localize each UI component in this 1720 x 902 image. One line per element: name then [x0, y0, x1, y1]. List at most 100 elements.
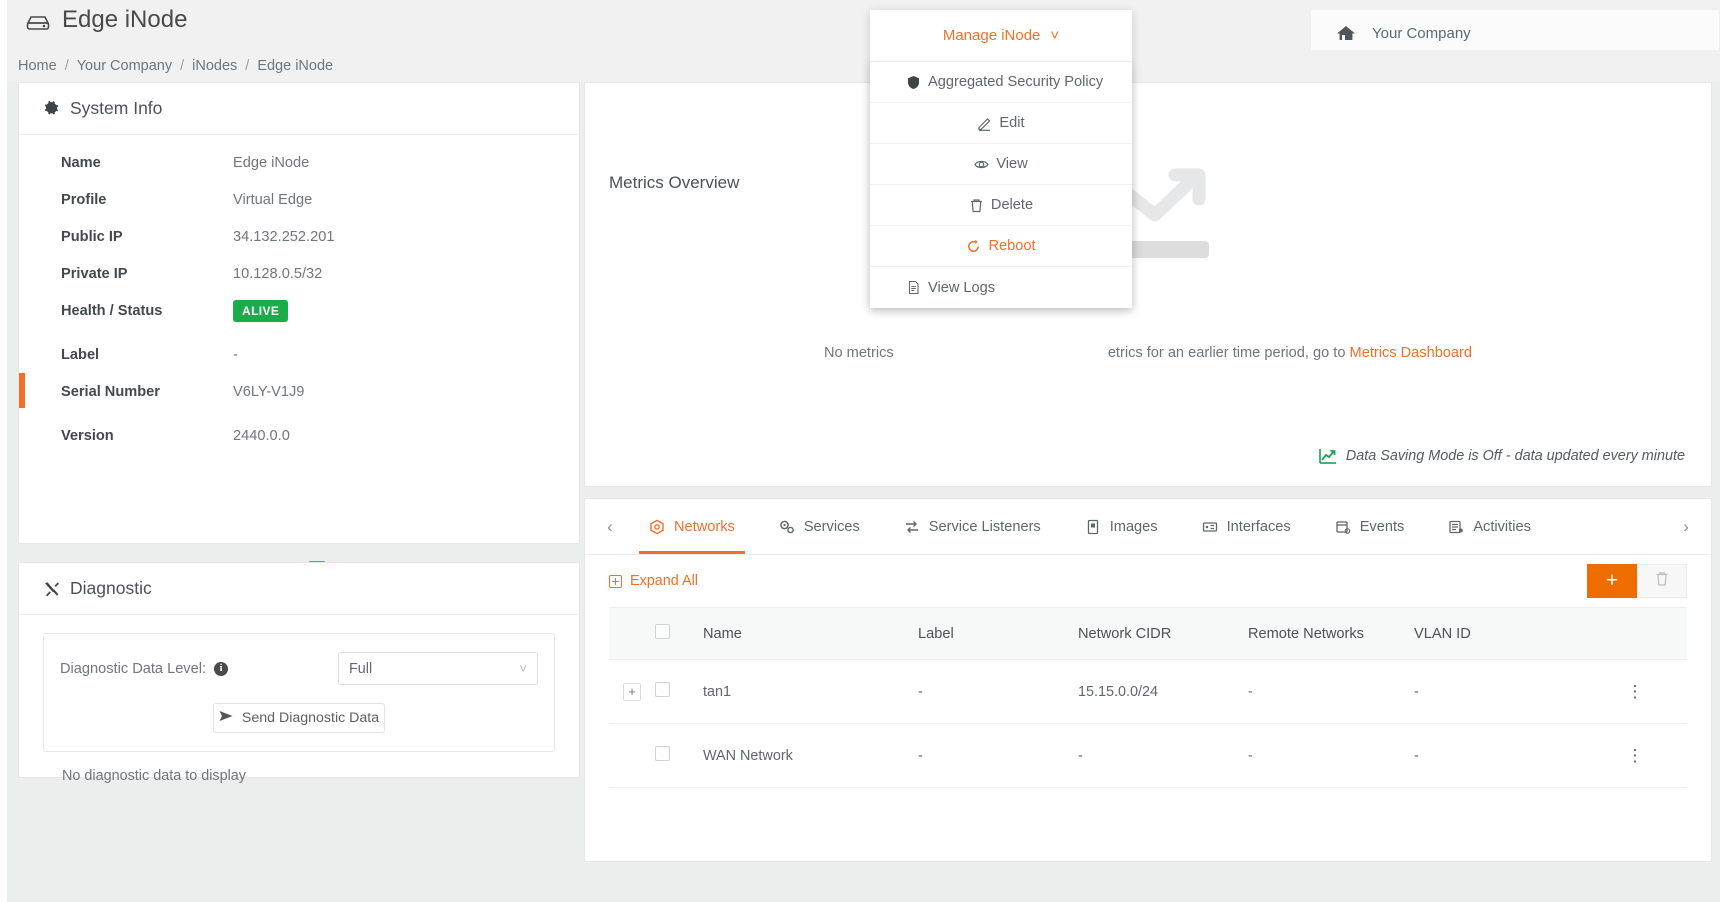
info-row-serial-number: Serial Number V6LY-V1J9: [61, 384, 531, 428]
tab-images[interactable]: Images: [1063, 499, 1180, 554]
hdd-icon: [25, 11, 51, 30]
tab-images-label: Images: [1109, 518, 1158, 535]
eye-icon: [974, 157, 990, 172]
diagnostic-level-value: Full: [349, 660, 373, 677]
info-key: Label: [61, 347, 100, 363]
info-row-version: Version 2440.0.0: [61, 428, 531, 465]
chevron-down-icon: ˅: [1050, 27, 1060, 44]
table-row[interactable]: + tan1 - 15.15.0.0/24 - - ⋮: [609, 659, 1687, 724]
row-expand-cell: +: [609, 659, 655, 724]
tab-events[interactable]: Events: [1313, 499, 1427, 554]
row-menu-icon[interactable]: ⋮: [1627, 746, 1645, 765]
shield-icon: [906, 75, 921, 90]
cell-name: tan1: [703, 659, 918, 724]
left-edge: [0, 0, 7, 902]
menu-item-label: Delete: [990, 197, 1034, 213]
metrics-empty-message: No metrics etrics for an earlier time pe…: [585, 345, 1711, 361]
chevron-left-icon[interactable]: ‹: [593, 517, 627, 537]
send-diagnostic-data-label: Send Diagnostic Data: [241, 710, 380, 726]
info-value: 10.128.0.5/32: [233, 266, 323, 282]
tab-service-listeners[interactable]: Service Listeners: [882, 499, 1063, 554]
breadcrumb: Home / Your Company / iNodes / Edge iNod…: [0, 50, 1720, 82]
info-row-private-ip: Private IP 10.128.0.5/32: [61, 266, 531, 303]
tab-services[interactable]: Services: [757, 499, 882, 554]
table-header-row: Name Label Network CIDR Remote Networks …: [609, 607, 1687, 660]
info-key: Public IP: [61, 229, 123, 245]
diagnostic-title: Diagnostic: [70, 578, 152, 598]
menu-item-view-logs[interactable]: View Logs: [870, 267, 1132, 308]
tab-services-label: Services: [803, 518, 860, 535]
diagnostic-card: Diagnostic Diagnostic Data Level: i Full…: [18, 562, 580, 784]
breadcrumb-separator: /: [245, 58, 250, 74]
tab-activities-label: Activities: [1473, 518, 1531, 535]
row-checkbox[interactable]: [655, 746, 670, 761]
table-toolbar: Expand All +: [585, 555, 1711, 607]
exchange-icon: [904, 519, 920, 535]
breadcrumb-separator: /: [180, 58, 185, 74]
menu-item-label: Edit: [999, 115, 1025, 131]
interface-icon: [1202, 519, 1218, 535]
table-row[interactable]: WAN Network - - - - ⋮: [609, 723, 1687, 788]
diagnostic-body: Diagnostic Data Level: i Full ˅ Send Dia: [43, 633, 555, 784]
menu-item-reboot[interactable]: Reboot: [870, 226, 1132, 267]
chart-up-icon: [1319, 448, 1337, 464]
info-key: Version: [61, 428, 114, 444]
diagnostic-empty-text: No diagnostic data to display: [62, 768, 246, 784]
tabs-bar: ‹ Networks Services Service Listeners Im…: [585, 499, 1711, 555]
expand-all-button[interactable]: Expand All: [609, 573, 698, 589]
cell-network-cidr: 15.15.0.0/24: [1078, 659, 1248, 724]
header-expand: [609, 607, 655, 660]
menu-item-label: Reboot: [988, 238, 1036, 254]
breadcrumb-item-company[interactable]: Your Company: [77, 58, 172, 74]
menu-item-label: View Logs: [928, 279, 996, 296]
menu-item-delete[interactable]: Delete: [870, 185, 1132, 226]
page-title-text: Edge iNode: [62, 6, 188, 33]
select-all-checkbox[interactable]: [655, 624, 670, 639]
menu-item-view[interactable]: View: [870, 144, 1132, 185]
cell-actions: ⋮: [1584, 723, 1687, 788]
delete-network-button[interactable]: [1637, 564, 1687, 598]
cell-label: -: [918, 659, 1078, 724]
tab-service-listeners-label: Service Listeners: [928, 518, 1041, 535]
system-info-title: System Info: [70, 98, 163, 118]
diagnostic-level-select[interactable]: Full ˅: [338, 652, 538, 685]
manage-inode-button[interactable]: Manage iNode ˅: [870, 10, 1132, 62]
info-value: 2440.0.0: [233, 428, 290, 444]
file-text-icon: [906, 280, 921, 295]
home-icon: [1336, 24, 1356, 42]
data-saving-mode-status: Data Saving Mode is Off - data updated e…: [1319, 448, 1685, 464]
breadcrumb-item-home[interactable]: Home: [18, 58, 57, 74]
events-icon: [1335, 519, 1351, 535]
info-value: 34.132.252.201: [233, 229, 335, 245]
tab-activities[interactable]: Activities: [1426, 499, 1553, 554]
trash-icon: [969, 198, 984, 213]
system-info-card: System Info Name Edge iNode Profile Virt…: [18, 82, 580, 572]
metrics-dashboard-link[interactable]: Metrics Dashboard: [1350, 345, 1472, 361]
row-menu-icon[interactable]: ⋮: [1627, 682, 1645, 701]
info-value: V6LY-V1J9: [233, 384, 305, 400]
header-name: Name: [703, 607, 918, 660]
breadcrumb-item-inodes[interactable]: iNodes: [192, 58, 237, 74]
row-checkbox[interactable]: [655, 682, 670, 697]
breadcrumb-item-current[interactable]: Edge iNode: [257, 58, 333, 74]
page-header: Edge iNode Your Company: [0, 0, 1720, 57]
info-row-health-status: Health / Status ALIVE: [61, 300, 531, 347]
info-row-label: Label -: [61, 347, 531, 384]
plus-square-icon: [609, 574, 622, 588]
menu-item-aggregated-security-policy[interactable]: Aggregated Security Policy: [870, 62, 1132, 103]
cell-vlan-id: -: [1414, 659, 1584, 724]
resources-panel: ‹ Networks Services Service Listeners Im…: [584, 498, 1712, 862]
diagnostic-level-label-text: Diagnostic Data Level:: [60, 660, 207, 677]
menu-item-edit[interactable]: Edit: [870, 103, 1132, 144]
tab-interfaces[interactable]: Interfaces: [1180, 499, 1313, 554]
send-diagnostic-data-button[interactable]: Send Diagnostic Data: [213, 703, 385, 733]
cell-network-cidr: -: [1078, 723, 1248, 788]
add-network-button[interactable]: +: [1587, 564, 1637, 598]
info-icon[interactable]: i: [214, 661, 229, 676]
chevron-right-icon[interactable]: ›: [1669, 517, 1703, 537]
tab-networks[interactable]: Networks: [627, 499, 757, 554]
services-icon: [779, 519, 795, 535]
networks-table-body: + tan1 - 15.15.0.0/24 - - ⋮ WAN Network …: [609, 659, 1687, 788]
cell-remote-networks: -: [1248, 659, 1414, 724]
expand-row-button[interactable]: +: [623, 682, 641, 701]
